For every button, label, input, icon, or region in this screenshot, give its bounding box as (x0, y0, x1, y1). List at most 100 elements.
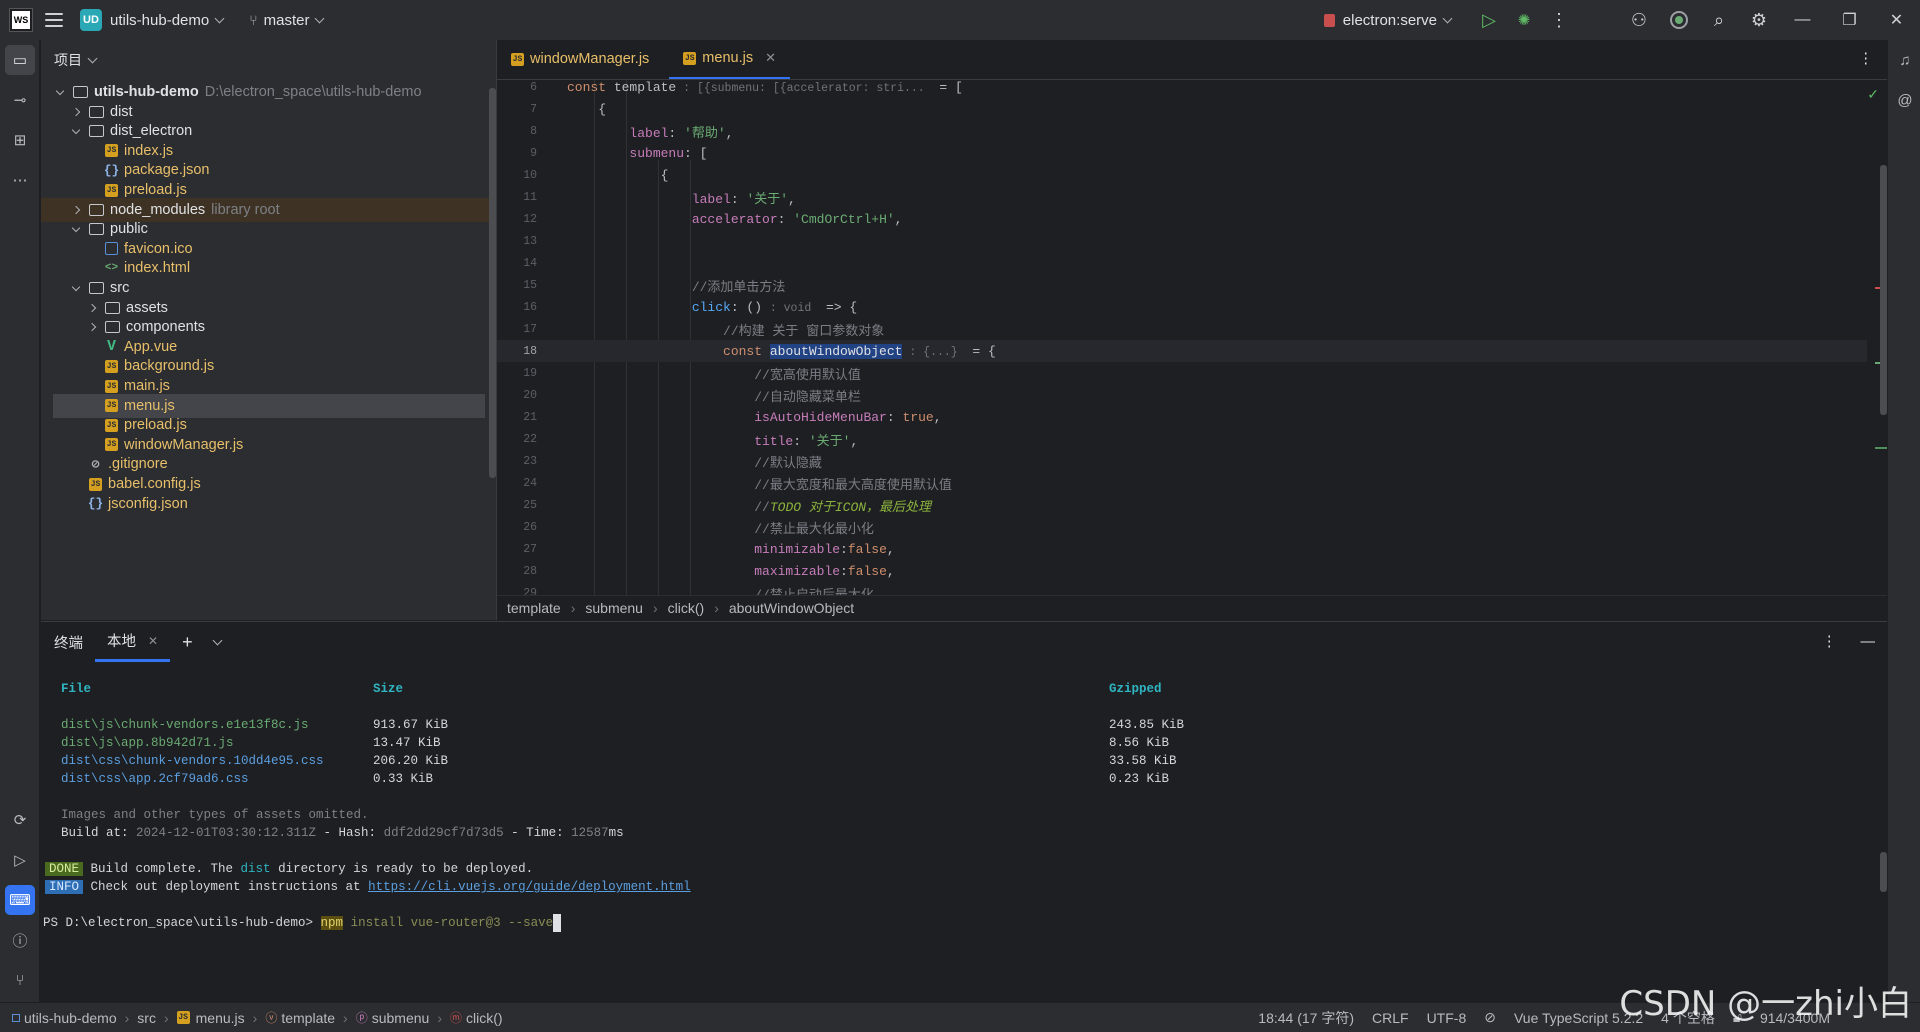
minimize-icon: — (1794, 11, 1811, 28)
problems-icon: ⓘ (12, 932, 28, 950)
git-tool-button[interactable]: ⑂ (5, 965, 35, 995)
code-with-me-button[interactable]: ⚇ (1619, 0, 1659, 40)
tab-menu[interactable]: JS menu.js ✕ (669, 39, 790, 79)
tree-item-label: App.vue (124, 338, 178, 355)
prompt-line[interactable]: PS D:\electron_space\utils-hub-demo> npm… (43, 912, 562, 934)
scrollbar[interactable] (1880, 852, 1887, 892)
breadcrumb-item[interactable]: click() (668, 600, 705, 616)
chevron-down-icon (212, 635, 223, 645)
project-tool-button[interactable]: ▭ (5, 45, 35, 75)
project-panel-header[interactable]: 项目 (41, 40, 496, 80)
npm-icon (1323, 13, 1335, 27)
chevron-right-icon[interactable] (87, 322, 97, 332)
folder-icon (89, 105, 104, 118)
chevron-down-icon[interactable] (71, 282, 81, 291)
json-file-icon: {} (87, 496, 104, 512)
tab-local-terminal[interactable]: 本地 ✕ (95, 622, 171, 662)
status-path-item[interactable]: submenu (372, 1010, 430, 1026)
code-editor[interactable]: 6 const template : [{submenu: [{accelerat… (497, 80, 1867, 595)
restore-button[interactable]: ❐ (1826, 0, 1873, 40)
status-path-item[interactable]: src (137, 1010, 156, 1026)
terminal-output[interactable]: File Size Gzipped dist\js\chunk-vendors.… (41, 662, 1887, 1002)
problems-tool-button[interactable]: ⓘ (5, 925, 35, 955)
file-encoding[interactable]: UTF-8 (1427, 1010, 1467, 1026)
breadcrumb-item[interactable]: template (507, 600, 561, 616)
terminal-options-button[interactable]: ⋮ (1810, 622, 1849, 662)
chevron-down-icon[interactable] (71, 223, 81, 232)
status-path-item[interactable]: template (281, 1010, 335, 1026)
code-breadcrumb: template › submenu › click() › aboutWind… (497, 595, 1887, 620)
code-line: 20 //自动隐藏菜单栏 (523, 388, 861, 405)
caret-position[interactable]: 18:44 (17 字符) (1258, 1008, 1354, 1028)
tree-item-label: utils-hub-demo (94, 84, 199, 100)
run-button[interactable]: ▷ (1469, 0, 1509, 40)
minimize-button[interactable]: — (1779, 0, 1826, 40)
run-config-selector[interactable]: electron:serve (1323, 12, 1453, 29)
change-stripe-mark (1875, 447, 1887, 449)
code-line: 16 click: () : void => { (523, 299, 858, 315)
close-tab-icon[interactable]: ✕ (765, 50, 776, 66)
hide-panel-button[interactable]: — (1849, 622, 1888, 662)
tab-windowmanager[interactable]: JS windowManager.js (497, 39, 663, 79)
settings-button[interactable]: ⚙ (1739, 0, 1779, 40)
chevron-right-icon[interactable] (71, 205, 81, 214)
js-file-icon: JS (89, 477, 102, 491)
html-file-icon: <> (104, 262, 119, 275)
more-tools-button[interactable]: ⋯ (5, 165, 35, 195)
folder-icon (105, 301, 120, 314)
structure-tool-button[interactable]: ⊞ (5, 125, 35, 155)
tab-label: 本地 (107, 634, 136, 650)
close-window-button[interactable]: ✕ (1873, 0, 1920, 40)
scrollbar[interactable] (489, 88, 496, 478)
code-line: 9 submenu: [ (530, 145, 708, 161)
tree-item-label: main.js (124, 378, 170, 394)
close-tab-icon[interactable]: ✕ (148, 634, 158, 648)
debug-button[interactable]: ✺ (1509, 0, 1539, 40)
run-tool-button[interactable]: ▷ (5, 845, 35, 875)
code-line: 27 minimizable:false, (523, 541, 895, 557)
editor-area: JS windowManager.js JS menu.js ✕ ⋮ 6 cons… (497, 40, 1887, 620)
project-badge: UD (80, 9, 102, 31)
tree-item-hint: library root (211, 201, 280, 218)
status-path-item[interactable]: menu.js (196, 1010, 245, 1026)
project-switcher[interactable]: UD utils-hub-demo (80, 9, 231, 31)
deployment-link[interactable]: https://cli.vuejs.org/guide/deployment.h… (368, 880, 691, 894)
tree-item-label: index.js (124, 142, 174, 159)
right-tool-strip: ♫ @ (1887, 40, 1920, 1002)
run-icon: ▷ (14, 852, 26, 869)
chevron-down-icon[interactable] (55, 86, 65, 95)
ai-assistant-button[interactable] (1659, 0, 1699, 40)
terminal-tool-button[interactable]: ⌨ (5, 885, 35, 915)
tab-options-button[interactable]: ⋮ (1845, 39, 1888, 79)
ico-file-icon (105, 242, 118, 256)
main-menu-icon[interactable] (44, 10, 64, 30)
tree-item-label: src (110, 280, 130, 296)
chevron-down-icon (214, 13, 225, 23)
breadcrumb-item[interactable]: aboutWindowObject (729, 600, 854, 616)
tree-file[interactable]: {} jsconfig.json (41, 492, 188, 516)
scrollbar[interactable] (1880, 165, 1887, 415)
status-path-item[interactable]: click() (466, 1010, 503, 1026)
code-line: 15 //添加单击方法 (523, 278, 786, 295)
new-terminal-button[interactable]: + (170, 622, 205, 662)
tree-item-label: background.js (124, 358, 215, 375)
no-inspection-icon[interactable]: ⊘ (1484, 1009, 1496, 1026)
vcs-branch-widget[interactable]: ⑂ master (249, 12, 331, 29)
more-actions-button[interactable]: ⋮ (1539, 0, 1579, 40)
chevron-right-icon[interactable] (71, 107, 81, 116)
tab-label: windowManager.js (530, 51, 650, 67)
commit-tool-button[interactable]: ⊸ (5, 85, 35, 115)
chevron-down-icon[interactable] (71, 125, 81, 134)
search-everywhere-button[interactable]: ⌕ (1699, 0, 1739, 40)
breadcrumb-item[interactable]: submenu (585, 600, 643, 616)
line-separator[interactable]: CRLF (1372, 1010, 1409, 1026)
terminal-dropdown-button[interactable] (205, 622, 231, 662)
tree-item-label: preload.js (124, 417, 187, 434)
notifications-button[interactable]: ♫ (1890, 45, 1920, 75)
more-vertical-icon: ⋮ (1822, 634, 1837, 650)
status-path-item[interactable]: utils-hub-demo (24, 1010, 117, 1026)
services-tool-button[interactable]: ⟳ (5, 805, 35, 835)
git-file-icon: ⊘ (91, 456, 100, 472)
ai-chat-button[interactable]: @ (1890, 85, 1920, 115)
chevron-right-icon[interactable] (87, 303, 97, 312)
